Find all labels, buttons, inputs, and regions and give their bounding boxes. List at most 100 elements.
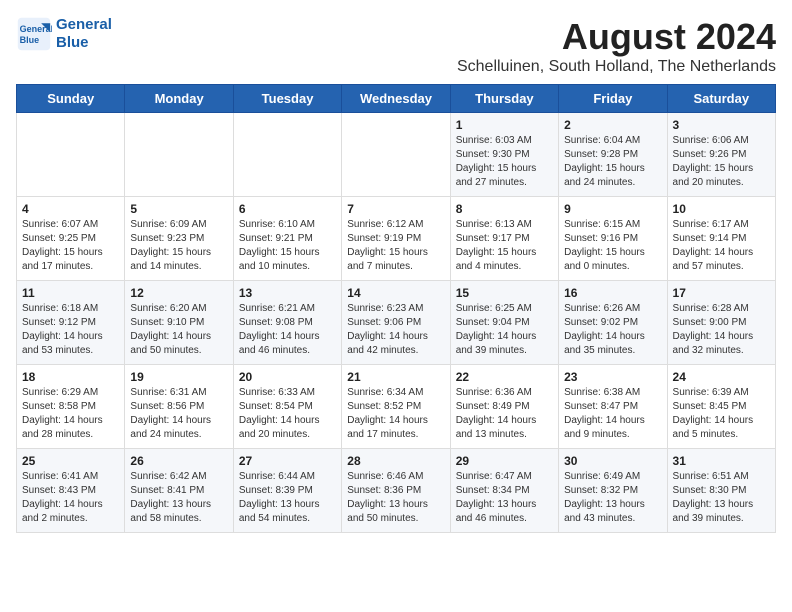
- day-content: Sunrise: 6:21 AM Sunset: 9:08 PM Dayligh…: [239, 302, 336, 358]
- day-number: 30: [564, 454, 661, 468]
- week-row-4: 18 Sunrise: 6:29 AM Sunset: 8:58 PM Dayli…: [17, 365, 776, 449]
- calendar-cell: 2Sunrise: 6:04 AM Sunset: 9:28 PM Daylig…: [559, 113, 667, 197]
- day-number: 3: [673, 118, 770, 132]
- day-number: 18: [22, 370, 119, 384]
- calendar-cell: 17Sunrise: 6:28 AM Sunset: 9:00 PM Dayli…: [667, 281, 775, 365]
- day-header-thursday: Thursday: [450, 85, 558, 113]
- calendar-table: SundayMondayTuesdayWednesdayThursdayFrid…: [16, 84, 776, 533]
- day-content: Sunrise: 6:03 AM Sunset: 9:30 PM Dayligh…: [456, 134, 553, 190]
- calendar-cell: 20Sunrise: 6:33 AM Sunset: 8:54 PM Dayli…: [233, 365, 341, 449]
- calendar-cell: 8 Sunrise: 6:13 AM Sunset: 9:17 PM Daylig…: [450, 197, 558, 281]
- day-number: 9: [564, 202, 661, 216]
- svg-text:Blue: Blue: [20, 35, 40, 45]
- day-content: Sunrise: 6:13 AM Sunset: 9:17 PM Dayligh…: [456, 218, 553, 274]
- day-number: 15: [456, 286, 553, 300]
- calendar-cell: 6Sunrise: 6:10 AM Sunset: 9:21 PM Daylig…: [233, 197, 341, 281]
- day-number: 2: [564, 118, 661, 132]
- calendar-cell: [233, 113, 341, 197]
- day-content: Sunrise: 6:09 AM Sunset: 9:23 PM Dayligh…: [130, 218, 227, 274]
- day-content: Sunrise: 6:18 AM Sunset: 9:12 PM Dayligh…: [22, 302, 119, 358]
- logo: General Blue General Blue: [16, 16, 112, 52]
- day-number: 28: [347, 454, 444, 468]
- day-number: 22: [456, 370, 553, 384]
- day-number: 29: [456, 454, 553, 468]
- calendar-cell: 24 Sunrise: 6:39 AM Sunset: 8:45 PM Dayli…: [667, 365, 775, 449]
- day-number: 7: [347, 202, 444, 216]
- calendar-cell: 13Sunrise: 6:21 AM Sunset: 9:08 PM Dayli…: [233, 281, 341, 365]
- day-number: 6: [239, 202, 336, 216]
- day-content: Sunrise: 6:47 AM Sunset: 8:34 PM Dayligh…: [456, 470, 553, 526]
- day-number: 19: [130, 370, 227, 384]
- day-number: 21: [347, 370, 444, 384]
- calendar-cell: 5 Sunrise: 6:09 AM Sunset: 9:23 PM Daylig…: [125, 197, 233, 281]
- day-number: 24: [673, 370, 770, 384]
- calendar-cell: 14 Sunrise: 6:23 AM Sunset: 9:06 PM Dayli…: [342, 281, 450, 365]
- calendar-cell: 29 Sunrise: 6:47 AM Sunset: 8:34 PM Dayli…: [450, 449, 558, 533]
- day-header-friday: Friday: [559, 85, 667, 113]
- calendar-header: SundayMondayTuesdayWednesdayThursdayFrid…: [17, 85, 776, 113]
- day-number: 11: [22, 286, 119, 300]
- day-content: Sunrise: 6:49 AM Sunset: 8:32 PM Dayligh…: [564, 470, 661, 526]
- day-header-wednesday: Wednesday: [342, 85, 450, 113]
- day-content: Sunrise: 6:44 AM Sunset: 8:39 PM Dayligh…: [239, 470, 336, 526]
- day-number: 16: [564, 286, 661, 300]
- day-header-tuesday: Tuesday: [233, 85, 341, 113]
- day-content: Sunrise: 6:41 AM Sunset: 8:43 PM Dayligh…: [22, 470, 119, 526]
- title-block: August 2024 Schelluinen, South Holland, …: [457, 16, 776, 76]
- calendar-cell: 3 Sunrise: 6:06 AM Sunset: 9:26 PM Daylig…: [667, 113, 775, 197]
- calendar-cell: [17, 113, 125, 197]
- calendar-cell: 16Sunrise: 6:26 AM Sunset: 9:02 PM Dayli…: [559, 281, 667, 365]
- calendar-cell: 26Sunrise: 6:42 AM Sunset: 8:41 PM Dayli…: [125, 449, 233, 533]
- calendar-cell: 27 Sunrise: 6:44 AM Sunset: 8:39 PM Dayli…: [233, 449, 341, 533]
- day-number: 23: [564, 370, 661, 384]
- day-number: 10: [673, 202, 770, 216]
- day-content: Sunrise: 6:25 AM Sunset: 9:04 PM Dayligh…: [456, 302, 553, 358]
- logo-icon: General Blue: [16, 16, 52, 52]
- day-number: 4: [22, 202, 119, 216]
- logo-text: General Blue: [56, 16, 112, 52]
- calendar-cell: 1 Sunrise: 6:03 AM Sunset: 9:30 PM Daylig…: [450, 113, 558, 197]
- day-content: Sunrise: 6:07 AM Sunset: 9:25 PM Dayligh…: [22, 218, 119, 274]
- day-content: Sunrise: 6:31 AM Sunset: 8:56 PM Dayligh…: [130, 386, 227, 442]
- day-number: 5: [130, 202, 227, 216]
- day-content: Sunrise: 6:06 AM Sunset: 9:26 PM Dayligh…: [673, 134, 770, 190]
- day-number: 14: [347, 286, 444, 300]
- day-content: Sunrise: 6:29 AM Sunset: 8:58 PM Dayligh…: [22, 386, 119, 442]
- calendar-cell: 31 Sunrise: 6:51 AM Sunset: 8:30 PM Dayli…: [667, 449, 775, 533]
- day-content: Sunrise: 6:17 AM Sunset: 9:14 PM Dayligh…: [673, 218, 770, 274]
- day-number: 1: [456, 118, 553, 132]
- day-content: Sunrise: 6:28 AM Sunset: 9:00 PM Dayligh…: [673, 302, 770, 358]
- day-content: Sunrise: 6:51 AM Sunset: 8:30 PM Dayligh…: [673, 470, 770, 526]
- day-number: 31: [673, 454, 770, 468]
- calendar-cell: 11 Sunrise: 6:18 AM Sunset: 9:12 PM Dayli…: [17, 281, 125, 365]
- day-content: Sunrise: 6:15 AM Sunset: 9:16 PM Dayligh…: [564, 218, 661, 274]
- day-header-sunday: Sunday: [17, 85, 125, 113]
- header: General Blue General Blue August 2024 Sc…: [16, 16, 776, 76]
- day-content: Sunrise: 6:34 AM Sunset: 8:52 PM Dayligh…: [347, 386, 444, 442]
- week-row-2: 4 Sunrise: 6:07 AM Sunset: 9:25 PM Daylig…: [17, 197, 776, 281]
- location: Schelluinen, South Holland, The Netherla…: [457, 58, 776, 76]
- calendar-cell: [125, 113, 233, 197]
- calendar-cell: 21 Sunrise: 6:34 AM Sunset: 8:52 PM Dayli…: [342, 365, 450, 449]
- calendar-cell: 10 Sunrise: 6:17 AM Sunset: 9:14 PM Dayli…: [667, 197, 775, 281]
- day-header-saturday: Saturday: [667, 85, 775, 113]
- day-content: Sunrise: 6:46 AM Sunset: 8:36 PM Dayligh…: [347, 470, 444, 526]
- calendar-cell: 7 Sunrise: 6:12 AM Sunset: 9:19 PM Daylig…: [342, 197, 450, 281]
- calendar-cell: 4 Sunrise: 6:07 AM Sunset: 9:25 PM Daylig…: [17, 197, 125, 281]
- calendar-cell: 12Sunrise: 6:20 AM Sunset: 9:10 PM Dayli…: [125, 281, 233, 365]
- day-number: 27: [239, 454, 336, 468]
- day-number: 25: [22, 454, 119, 468]
- day-content: Sunrise: 6:23 AM Sunset: 9:06 PM Dayligh…: [347, 302, 444, 358]
- day-number: 12: [130, 286, 227, 300]
- day-content: Sunrise: 6:36 AM Sunset: 8:49 PM Dayligh…: [456, 386, 553, 442]
- day-content: Sunrise: 6:12 AM Sunset: 9:19 PM Dayligh…: [347, 218, 444, 274]
- day-content: Sunrise: 6:39 AM Sunset: 8:45 PM Dayligh…: [673, 386, 770, 442]
- calendar-cell: 22 Sunrise: 6:36 AM Sunset: 8:49 PM Dayli…: [450, 365, 558, 449]
- calendar-cell: 23Sunrise: 6:38 AM Sunset: 8:47 PM Dayli…: [559, 365, 667, 449]
- month-year: August 2024: [457, 16, 776, 58]
- calendar-cell: 18 Sunrise: 6:29 AM Sunset: 8:58 PM Dayli…: [17, 365, 125, 449]
- day-number: 8: [456, 202, 553, 216]
- calendar-cell: 28 Sunrise: 6:46 AM Sunset: 8:36 PM Dayli…: [342, 449, 450, 533]
- day-content: Sunrise: 6:33 AM Sunset: 8:54 PM Dayligh…: [239, 386, 336, 442]
- calendar-cell: 30 Sunrise: 6:49 AM Sunset: 8:32 PM Dayli…: [559, 449, 667, 533]
